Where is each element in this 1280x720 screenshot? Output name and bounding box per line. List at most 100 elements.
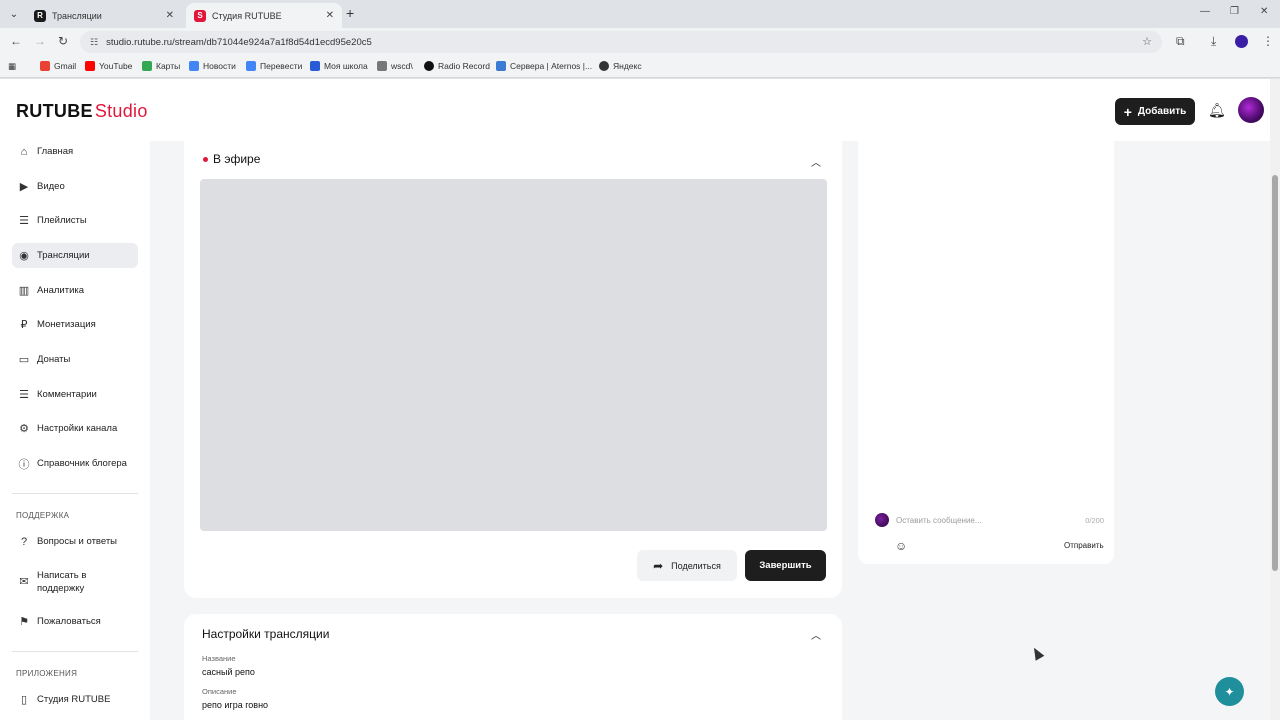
- radio-record-icon: [424, 61, 434, 71]
- sidebar-item-monetization[interactable]: ₽ Монетизация: [12, 312, 138, 337]
- apps-section-header: ПРИЛОЖЕНИЯ: [16, 669, 78, 678]
- restore-icon[interactable]: ❐: [1230, 6, 1239, 17]
- send-button[interactable]: Отправить: [1064, 541, 1104, 550]
- sidebar-item-streams[interactable]: ◉ Трансляции: [12, 243, 138, 268]
- bookmarks-bar: ▦ Gmail YouTube Карты Новости Перевести …: [0, 56, 1280, 78]
- share-arrow-icon: ➦: [653, 558, 664, 573]
- emoji-icon[interactable]: ☺: [895, 539, 907, 553]
- gmail-icon: [40, 61, 50, 71]
- tab-title: Трансляции: [52, 10, 102, 21]
- close-tab-icon[interactable]: ✕: [166, 10, 174, 21]
- analytics-icon: ▥: [18, 285, 30, 297]
- news-icon: [189, 61, 199, 71]
- sidebar-item-playlists[interactable]: ☰ Плейлисты: [12, 208, 138, 233]
- bookmark-news[interactable]: Новости: [189, 61, 236, 71]
- sidebar-divider: [12, 493, 138, 494]
- ruble-icon: ₽: [20, 319, 28, 331]
- video-icon: ▶: [19, 181, 29, 193]
- share-button[interactable]: ➦ Поделиться: [637, 550, 737, 581]
- user-avatar[interactable]: [1238, 97, 1264, 123]
- sidebar-item-donations[interactable]: ▭ Донаты: [12, 347, 138, 372]
- browser-tab-streams[interactable]: R Трансляции ✕: [26, 3, 182, 28]
- aternos-icon: [496, 61, 506, 71]
- close-window-icon[interactable]: ✕: [1260, 6, 1268, 17]
- char-counter: 0/200: [1085, 515, 1104, 525]
- support-section-header: ПОДДЕРЖКА: [16, 511, 70, 520]
- live-stream-card: В эфире ︿ ➦ Поделиться Завершить: [184, 141, 842, 598]
- bookmark-aternos[interactable]: Сервера | Aternos |...: [496, 61, 592, 71]
- add-button[interactable]: + Добавить: [1115, 98, 1195, 125]
- broadcast-icon: ◉: [19, 250, 29, 262]
- app-header: RUTUBE Studio + Добавить 🔔︎: [0, 79, 1270, 141]
- bookmark-youtube[interactable]: YouTube: [85, 61, 132, 71]
- bookmark-gmail[interactable]: Gmail: [40, 61, 76, 71]
- browser-tab-studio[interactable]: S Студия RUTUBE ✕: [186, 3, 342, 28]
- sidebar-item-faq[interactable]: ? Вопросы и ответы: [12, 529, 138, 554]
- notifications-bell-icon[interactable]: 🔔︎: [1208, 102, 1226, 119]
- name-value[interactable]: сасный репо: [202, 667, 255, 677]
- help-chat-fab[interactable]: ✦: [1215, 677, 1244, 706]
- site-info-icon[interactable]: ☷: [90, 37, 98, 48]
- phone-icon: ▯: [20, 694, 28, 706]
- new-tab-icon[interactable]: +: [346, 5, 354, 21]
- name-label: Название: [202, 654, 236, 663]
- browser-menu-icon[interactable]: ⋮: [1262, 34, 1274, 48]
- sidebar-item-channel-settings[interactable]: ⚙ Настройки канала: [12, 416, 138, 441]
- close-tab-icon[interactable]: ✕: [326, 10, 334, 21]
- sidebar-item-videos[interactable]: ▶ Видео: [12, 174, 138, 199]
- flag-icon: ⚑: [19, 616, 29, 628]
- downloads-icon[interactable]: ⤓: [1211, 34, 1216, 49]
- bookmark-wscd[interactable]: wscd\: [377, 61, 413, 71]
- bookmark-yandex[interactable]: Яндекс: [599, 61, 642, 71]
- end-stream-button[interactable]: Завершить: [745, 550, 826, 581]
- chat-message-input[interactable]: Оставить сообщение... 0/200: [896, 511, 1106, 529]
- home-icon: ⌂: [20, 145, 28, 158]
- bookmark-maps[interactable]: Карты: [142, 61, 180, 71]
- rutube-studio-logo[interactable]: RUTUBE Studio: [16, 101, 148, 122]
- sidebar-item-blogger-guide[interactable]: ⓘ Справочник блогера: [12, 451, 138, 476]
- info-icon: ⓘ: [18, 458, 30, 471]
- school-icon: [310, 61, 320, 71]
- live-chat-panel: Оставить сообщение... 0/200 ☺ Отправить: [858, 141, 1114, 564]
- sidebar-item-comments[interactable]: ☰ Комментарии: [12, 382, 138, 407]
- collapse-chevron-up-icon[interactable]: ︿: [811, 154, 821, 169]
- browser-tab-bar: ⌄ R Трансляции ✕ S Студия RUTUBE ✕ + — ❐…: [0, 0, 1280, 28]
- translate-icon: [246, 61, 256, 71]
- question-icon: ?: [20, 535, 28, 548]
- sidebar-item-analytics[interactable]: ▥ Аналитика: [12, 278, 138, 303]
- tab-search-chevron-icon[interactable]: ⌄: [4, 4, 24, 24]
- back-icon[interactable]: ←: [10, 34, 22, 48]
- sidebar-item-studio-app[interactable]: ▯ Студия RUTUBE: [12, 687, 138, 712]
- wallet-icon: ▭: [18, 354, 30, 366]
- description-value[interactable]: репо игра говно: [202, 700, 268, 710]
- minimize-icon[interactable]: —: [1200, 6, 1210, 17]
- chat-bubble-icon: ✦: [1224, 684, 1235, 699]
- apps-grid-icon[interactable]: ▦: [8, 61, 16, 72]
- settings-title: Настройки трансляции: [202, 627, 330, 641]
- sidebar-item-contact-support[interactable]: ✉ Написать в поддержку: [12, 566, 138, 598]
- page-scrollbar[interactable]: [1270, 79, 1280, 720]
- scrollbar-thumb[interactable]: [1272, 175, 1278, 571]
- sidebar-item-report[interactable]: ⚑ Пожаловаться: [12, 609, 138, 634]
- maps-icon: [142, 61, 152, 71]
- tab-title: Студия RUTUBE: [212, 10, 282, 21]
- bookmark-star-icon[interactable]: ☆: [1142, 35, 1152, 48]
- sidebar-item-home[interactable]: ⌂ Главная: [12, 139, 138, 164]
- studio-favicon-icon: S: [194, 9, 206, 22]
- description-label: Описание: [202, 687, 237, 696]
- stream-settings-card: Настройки трансляции ︿ Название сасный р…: [184, 614, 842, 720]
- bookmark-school[interactable]: Моя школа: [310, 61, 368, 71]
- address-bar[interactable]: ☷ studio.rutube.ru/stream/db71044e924a7a…: [80, 31, 1162, 53]
- bookmark-radio-record[interactable]: Radio Record: [424, 61, 490, 71]
- sidebar: ⌂ Главная ▶ Видео ☰ Плейлисты ◉ Трансляции ▥…: [0, 141, 150, 720]
- forward-icon[interactable]: →: [34, 34, 46, 48]
- reload-icon[interactable]: ↻: [58, 34, 68, 48]
- bookmark-translate[interactable]: Перевести: [246, 61, 302, 71]
- chat-user-avatar: [875, 513, 889, 527]
- comments-icon: ☰: [19, 389, 29, 401]
- extensions-icon[interactable]: ⧉: [1176, 34, 1185, 49]
- studio-app: RUTUBE Studio + Добавить 🔔︎ ⌂ Главная ▶ Вид…: [0, 79, 1270, 720]
- collapse-chevron-up-icon[interactable]: ︿: [811, 627, 821, 642]
- video-player[interactable]: [200, 179, 827, 531]
- profile-avatar[interactable]: [1235, 35, 1248, 48]
